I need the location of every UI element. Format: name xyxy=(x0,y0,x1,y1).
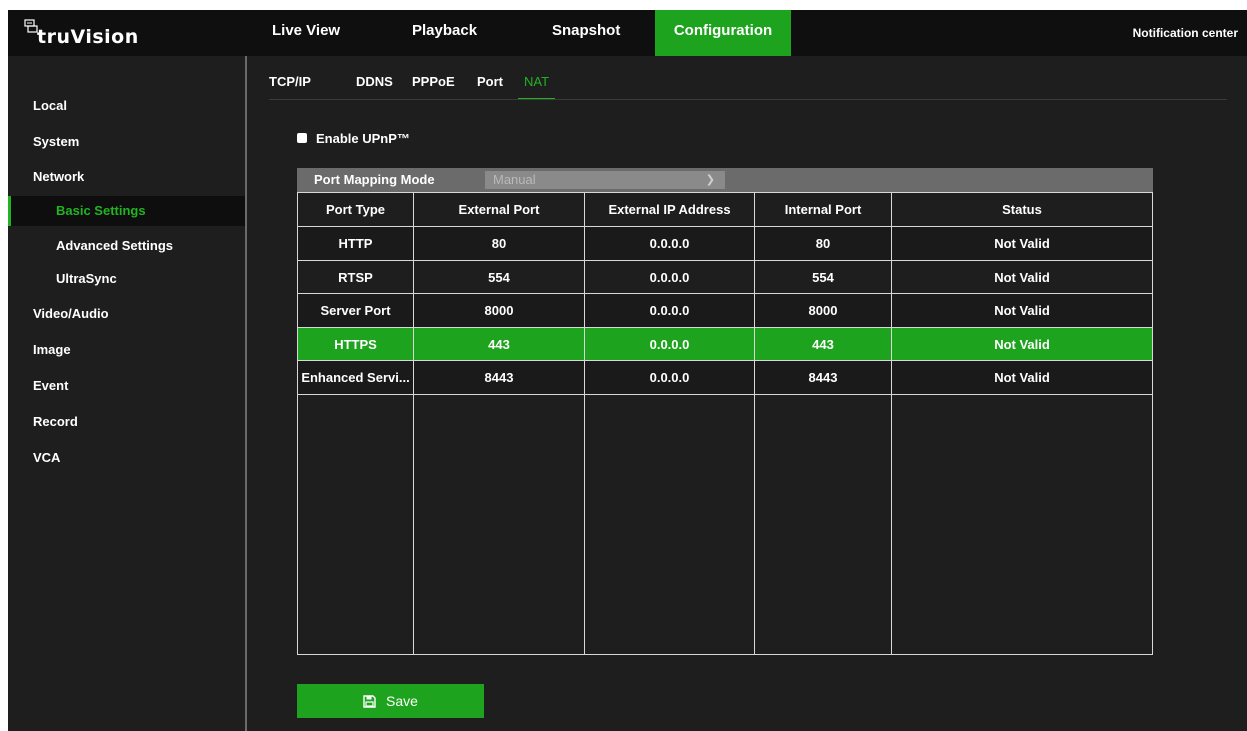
subtab-port[interactable]: Port xyxy=(477,70,503,100)
main-content: TCP/IP DDNS PPPoE Port NAT Enable UPnP™ … xyxy=(249,56,1247,731)
cell-port-type: HTTPS xyxy=(334,337,377,352)
tab-configuration[interactable]: Configuration xyxy=(655,10,791,56)
cell-internal-port: 8000 xyxy=(808,303,838,318)
cell-internal-port: 8443 xyxy=(808,370,838,385)
cell-status: Not Valid xyxy=(994,370,1050,385)
subtab-nat[interactable]: NAT xyxy=(518,70,556,100)
header-external-ip: External IP Address xyxy=(608,202,731,217)
cell-external-port: 8443 xyxy=(484,370,514,385)
header-internal-port: Internal Port xyxy=(784,202,862,217)
cell-port-type: HTTP xyxy=(338,236,373,251)
cell-external-ip: 0.0.0.0 xyxy=(649,270,690,285)
cell-external-ip: 0.0.0.0 xyxy=(649,303,690,318)
port-mapping-mode-bar: Port Mapping Mode Manual ❯ xyxy=(297,168,1153,192)
tab-live-view[interactable]: Live View xyxy=(272,10,340,56)
sidebar-item-vca[interactable]: VCA xyxy=(8,443,245,473)
cell-external-port: 80 xyxy=(491,236,507,251)
notification-center-link[interactable]: Notification center xyxy=(1133,10,1238,56)
enable-upnp-row: Enable UPnP™ xyxy=(297,130,410,146)
port-mapping-mode-select[interactable]: Manual ❯ xyxy=(485,171,725,189)
header-external-port: External Port xyxy=(458,202,540,217)
save-button[interactable]: Save xyxy=(297,684,484,718)
app-window: truVision Live View Playback Snapshot Co… xyxy=(8,10,1247,731)
sidebar-item-advanced-settings[interactable]: Advanced Settings xyxy=(8,231,245,261)
save-button-label: Save xyxy=(386,693,418,709)
enable-upnp-checkbox[interactable] xyxy=(297,133,307,143)
tab-playback[interactable]: Playback xyxy=(412,10,477,56)
sidebar-item-video-audio[interactable]: Video/Audio xyxy=(8,299,245,329)
sidebar-item-system[interactable]: System xyxy=(8,127,245,157)
truvision-logo-icon xyxy=(24,19,38,33)
subtab-ddns[interactable]: DDNS xyxy=(356,70,393,100)
cell-internal-port: 443 xyxy=(812,337,834,352)
cell-external-ip: 0.0.0.0 xyxy=(649,337,690,352)
subtab-pppoe[interactable]: PPPoE xyxy=(412,70,455,100)
sidebar-item-image[interactable]: Image xyxy=(8,335,245,365)
sidebar-item-local[interactable]: Local xyxy=(8,91,245,121)
cell-port-type: Server Port xyxy=(320,303,391,318)
sidebar-item-event[interactable]: Event xyxy=(8,371,245,401)
port-mapping-table: Port Type External Port External IP Addr… xyxy=(297,192,1153,655)
cell-status: Not Valid xyxy=(994,303,1050,318)
top-navigation-bar: truVision Live View Playback Snapshot Co… xyxy=(8,10,1247,56)
cell-external-port: 443 xyxy=(488,337,510,352)
chevron-down-icon: ❯ xyxy=(705,174,715,186)
floppy-disk-icon xyxy=(363,694,376,708)
cell-port-type: Enhanced Servi... xyxy=(301,370,410,385)
sidebar: Local System Network Basic Settings Adva… xyxy=(8,56,247,731)
cell-external-ip: 0.0.0.0 xyxy=(649,370,690,385)
enable-upnp-label: Enable UPnP™ xyxy=(316,130,410,146)
cell-port-type: RTSP xyxy=(338,270,373,285)
sidebar-item-record[interactable]: Record xyxy=(8,407,245,437)
cell-status: Not Valid xyxy=(994,270,1050,285)
cell-status: Not Valid xyxy=(994,236,1050,251)
port-mapping-mode-value: Manual xyxy=(493,172,536,187)
cell-external-ip: 0.0.0.0 xyxy=(649,236,690,251)
cell-internal-port: 80 xyxy=(815,236,831,251)
header-port-type: Port Type xyxy=(326,202,385,217)
port-mapping-mode-label: Port Mapping Mode xyxy=(314,172,435,187)
header-status: Status xyxy=(1002,202,1042,217)
logo-text: truVision xyxy=(37,26,139,48)
tab-snapshot[interactable]: Snapshot xyxy=(552,10,620,56)
subtabs-divider xyxy=(269,99,1227,100)
sidebar-item-ultrasync[interactable]: UltraSync xyxy=(8,264,245,294)
sidebar-item-basic-settings[interactable]: Basic Settings xyxy=(8,196,245,226)
cell-external-port: 554 xyxy=(488,270,510,285)
subtab-tcp-ip[interactable]: TCP/IP xyxy=(269,70,311,100)
row-divider xyxy=(298,394,1152,395)
cell-status: Not Valid xyxy=(994,337,1050,352)
cell-external-port: 8000 xyxy=(484,303,514,318)
cell-internal-port: 554 xyxy=(812,270,834,285)
sidebar-item-network[interactable]: Network xyxy=(8,162,245,192)
truvision-logo: truVision xyxy=(24,18,139,48)
